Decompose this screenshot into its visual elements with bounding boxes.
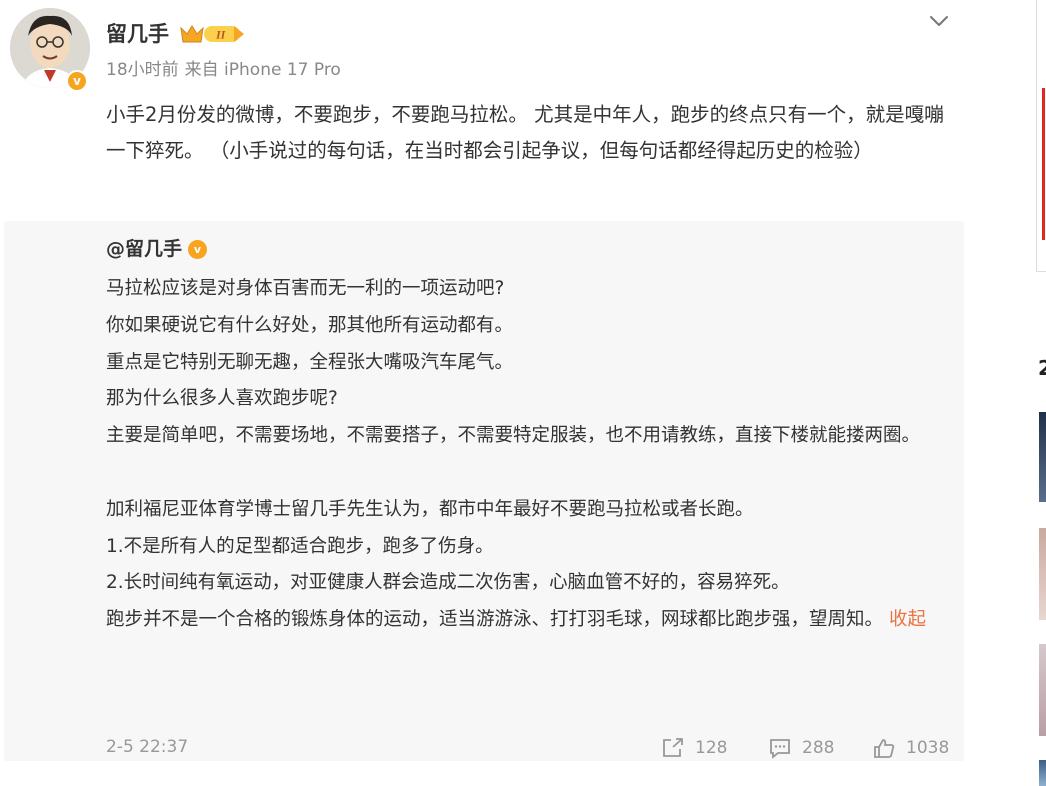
repost-author: @留几手 v	[106, 235, 208, 263]
repost-line: 重点是它特别无聊无趣，全程张大嘴吸汽车尾气。	[106, 351, 514, 373]
sidebar-thumbnail[interactable]	[1039, 412, 1046, 502]
vip-level-text: II	[215, 28, 227, 42]
chevron-down-icon[interactable]	[924, 8, 954, 34]
post-author-name[interactable]: 留几手	[106, 20, 169, 48]
repost-date[interactable]: 2-5 22:37	[106, 737, 188, 757]
share-button[interactable]: 128	[661, 737, 727, 759]
repost-author-name[interactable]: @留几手	[106, 235, 182, 263]
weibo-post: v 留几手 II 18小时前 来自 iPhone 17 Pro 小手2月份发的微博…	[0, 0, 975, 786]
sidebar-thumbnail[interactable]	[1039, 760, 1046, 786]
repost-line: 1.不是所有人的足型都适合跑步，跑多了伤身。	[106, 535, 494, 557]
repost-line: 马拉松应该是对身体百害而无一利的一项运动吧?	[106, 278, 505, 299]
like-button[interactable]: 1038	[872, 737, 949, 759]
comment-icon	[770, 739, 790, 759]
verified-badge-icon: v	[66, 70, 88, 92]
repost-blank-line	[106, 455, 946, 492]
right-sidebar: 2	[1036, 0, 1046, 786]
repost-text: 马拉松应该是对身体百害而无一利的一项运动吧? 你如果硬说它有什么好处，那其他所有…	[106, 271, 946, 639]
collapse-link[interactable]: 收起	[889, 609, 926, 630]
post-text: 小手2月份发的微博，不要跑步，不要跑马拉松。 尤其是中年人，跑步的终点只有一个，…	[106, 103, 944, 162]
share-count: 128	[695, 738, 728, 758]
post-time[interactable]: 18小时前	[106, 60, 179, 80]
like-count: 1038	[906, 738, 950, 758]
sidebar-thumbnail[interactable]	[1039, 644, 1046, 736]
thumbs-up-icon	[874, 739, 895, 758]
comment-button[interactable]: 288	[768, 737, 834, 759]
sidebar-thumbnail[interactable]	[1039, 528, 1046, 620]
repost-line: 那为什么很多人喜欢跑步呢?	[106, 388, 338, 410]
vip-crown-icon[interactable]: II	[178, 22, 246, 46]
repost-card[interactable]: @留几手 v 马拉松应该是对身体百害而无一利的一项运动吧? 你如果硬说它有什么好…	[4, 221, 964, 761]
post-source: 来自 iPhone 17 Pro	[184, 60, 341, 80]
repost-line: 主要是简单吧，不需要场地，不需要搭子，不需要特定服装，也不用请教练，直接下楼就能…	[106, 425, 921, 447]
repost-line: 加利福尼亚体育学博士留几手先生认为，都市中年最好不要跑马拉松或者长跑。	[106, 498, 754, 520]
repost-line: 跑步并不是一个合格的锻炼身体的运动，适当游游泳、打打羽毛球，网球都比跑步强，望周…	[106, 609, 884, 631]
verified-badge-icon: v	[188, 239, 208, 259]
share-icon	[663, 738, 683, 757]
sidebar-card-accent	[1042, 88, 1045, 240]
repost-last-line: 跑步并不是一个合格的锻炼身体的运动，适当游游泳、打打羽毛球，网球都比跑步强，望周…	[106, 602, 946, 639]
repost-footer: 2-5 22:37 128 288 1038	[106, 737, 956, 767]
sidebar-rank-number: 2	[1038, 356, 1046, 380]
repost-line: 你如果硬说它有什么好处，那其他所有运动都有。	[106, 314, 514, 336]
weibo-page: v 留几手 II 18小时前 来自 iPhone 17 Pro 小手2月份发的微博…	[0, 0, 1046, 786]
repost-line: 2.长时间纯有氧运动，对亚健康人群会造成二次伤害，心脑血管不好的，容易猝死。	[106, 572, 790, 594]
post-meta: 18小时前 来自 iPhone 17 Pro	[106, 58, 341, 82]
comment-count: 288	[802, 738, 835, 758]
